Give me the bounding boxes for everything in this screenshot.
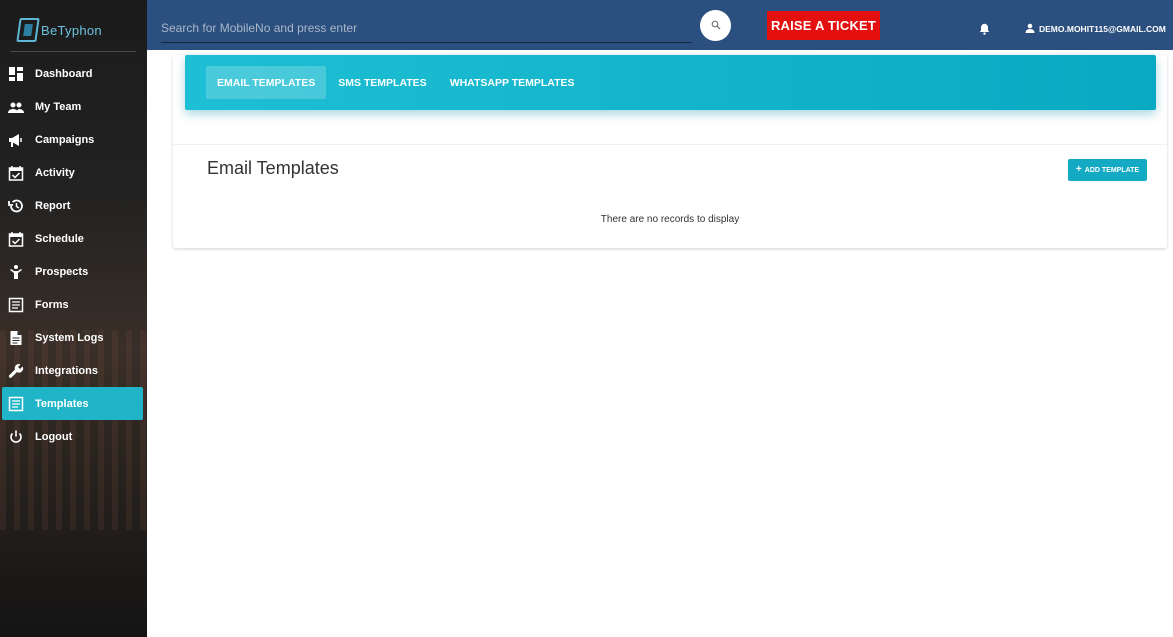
sidebar-item-system-logs[interactable]: System Logs bbox=[0, 321, 147, 354]
calendar-check-icon bbox=[8, 165, 24, 181]
user-menu[interactable]: DEMO.MOHIT115@GMAIL.COM bbox=[1025, 23, 1166, 35]
brand-name: BeTyphon bbox=[41, 22, 102, 38]
sidebar-item-label: Forms bbox=[35, 298, 69, 311]
page-title: Email Templates bbox=[207, 158, 339, 178]
template-icon bbox=[8, 396, 24, 412]
templates-card: EMAIL TEMPLATES SMS TEMPLATES WHATSAPP T… bbox=[173, 55, 1167, 248]
user-icon bbox=[1025, 23, 1039, 35]
add-template-button[interactable]: + ADD TEMPLATE bbox=[1068, 159, 1147, 181]
sidebar-item-logout[interactable]: Logout bbox=[0, 420, 147, 453]
sidebar-item-templates[interactable]: Templates bbox=[2, 387, 143, 420]
sidebar-item-label: System Logs bbox=[35, 331, 104, 344]
sidebar-item-forms[interactable]: Forms bbox=[0, 288, 147, 321]
logo-icon bbox=[16, 18, 40, 42]
sidebar-item-label: Activity bbox=[35, 166, 75, 179]
document-icon bbox=[8, 330, 24, 346]
sidebar-item-label: Report bbox=[35, 199, 71, 212]
search-button[interactable] bbox=[700, 10, 731, 41]
sidebar-item-label: My Team bbox=[35, 100, 82, 113]
tab-email-templates[interactable]: EMAIL TEMPLATES bbox=[206, 66, 327, 99]
dashboard-icon bbox=[8, 66, 24, 82]
sidebar-nav: Dashboard My Team Campaigns Activity Rep… bbox=[0, 57, 147, 453]
form-icon bbox=[8, 297, 24, 313]
sidebar-item-label: Dashboard bbox=[35, 67, 93, 80]
team-icon bbox=[8, 99, 24, 115]
top-header: RAISE A TICKET DEMO.MOHIT115@GMAIL.COM bbox=[147, 0, 1173, 50]
search-input[interactable] bbox=[161, 14, 692, 42]
notification-bell-icon[interactable] bbox=[979, 22, 990, 40]
search-icon bbox=[711, 17, 721, 35]
empty-state-message: There are no records to display bbox=[600, 214, 740, 225]
sidebar-item-label: Logout bbox=[35, 430, 73, 443]
wrench-icon bbox=[8, 363, 24, 379]
megaphone-icon bbox=[8, 132, 24, 148]
sidebar-item-label: Prospects bbox=[35, 265, 89, 278]
sidebar-item-integrations[interactable]: Integrations bbox=[0, 354, 147, 387]
history-icon bbox=[8, 198, 24, 214]
sidebar-item-label: Schedule bbox=[35, 232, 84, 245]
raise-ticket-button[interactable]: RAISE A TICKET bbox=[767, 11, 880, 40]
sidebar: BeTyphon Dashboard My Team Campaigns Act… bbox=[0, 0, 147, 637]
sidebar-item-activity[interactable]: Activity bbox=[0, 156, 147, 189]
user-email: DEMO.MOHIT115@GMAIL.COM bbox=[1039, 24, 1166, 34]
tab-sms-templates[interactable]: SMS TEMPLATES bbox=[327, 66, 437, 99]
person-icon bbox=[8, 264, 24, 280]
add-template-label: ADD TEMPLATE bbox=[1084, 166, 1140, 174]
sidebar-item-label: Templates bbox=[35, 397, 89, 410]
sidebar-item-schedule[interactable]: Schedule bbox=[0, 222, 147, 255]
sidebar-item-my-team[interactable]: My Team bbox=[0, 90, 147, 123]
sidebar-item-dashboard[interactable]: Dashboard bbox=[0, 57, 147, 90]
card-divider bbox=[173, 144, 1167, 145]
sidebar-item-campaigns[interactable]: Campaigns bbox=[0, 123, 147, 156]
power-icon bbox=[8, 429, 24, 445]
sidebar-item-label: Integrations bbox=[35, 364, 98, 377]
sidebar-item-prospects[interactable]: Prospects bbox=[0, 255, 147, 288]
calendar-check-icon bbox=[8, 231, 24, 247]
sidebar-item-report[interactable]: Report bbox=[0, 189, 147, 222]
sidebar-item-label: Campaigns bbox=[35, 133, 95, 146]
search-field bbox=[161, 14, 692, 43]
sidebar-divider bbox=[10, 51, 136, 52]
tab-whatsapp-templates[interactable]: WHATSAPP TEMPLATES bbox=[439, 66, 586, 99]
plus-icon: + bbox=[1075, 164, 1082, 175]
brand-logo[interactable]: BeTyphon bbox=[16, 16, 102, 44]
template-tabs: EMAIL TEMPLATES SMS TEMPLATES WHATSAPP T… bbox=[185, 55, 1156, 110]
